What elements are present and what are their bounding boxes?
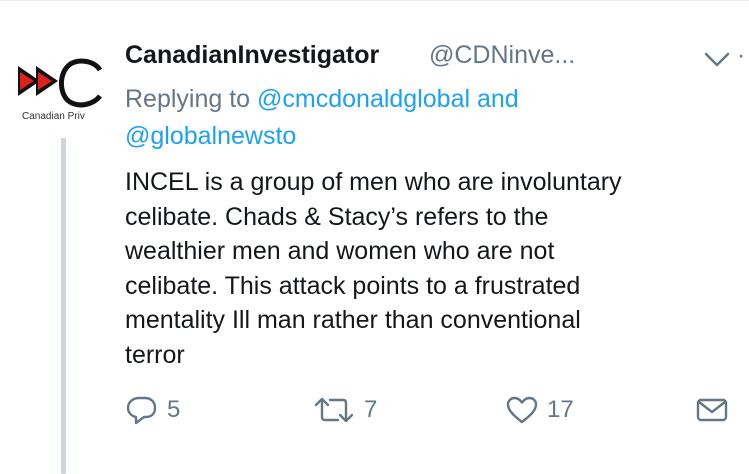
like-icon: [506, 396, 538, 424]
user-handle[interactable]: @CDNinve...: [429, 40, 589, 70]
reply-and-link[interactable]: and: [477, 85, 519, 113]
replying-to-line: Replying to @cmcdonaldglobal and: [125, 84, 519, 114]
message-icon: [696, 398, 728, 422]
top-divider: [0, 0, 749, 1]
retweet-count: 7: [364, 396, 378, 423]
reply-target-link[interactable]: @globalnewsto: [125, 122, 296, 150]
avatar-caption: Canadian Priv: [22, 111, 85, 122]
retweet-button[interactable]: 7: [312, 390, 377, 430]
tweet-text-line: celibate. Chads & Stacy’s refers to the: [125, 202, 549, 231]
like-count: 17: [547, 396, 574, 423]
tweet-text-line: mentality Ill man rather than convention…: [125, 306, 581, 334]
tweet-body: INCEL is a group of men who are involunt…: [125, 165, 715, 372]
reply-icon: [126, 396, 157, 425]
tweet-text-line: INCEL is a group of men who are involunt…: [125, 168, 622, 196]
reply-count: 5: [167, 396, 181, 423]
separator-dot: ·: [737, 41, 746, 69]
message-button[interactable]: [695, 390, 729, 430]
chevron-down-icon[interactable]: [703, 52, 731, 68]
replying-to-label: Replying to: [125, 85, 251, 113]
reply-target-link[interactable]: @cmcdonaldglobal: [257, 85, 470, 113]
retweet-icon: [314, 397, 354, 423]
like-button[interactable]: 17: [505, 390, 574, 430]
action-bar: 5 7 17: [0, 390, 749, 430]
replying-to-line-2: @globalnewsto: [125, 121, 296, 151]
tweet-header: CanadianInvestigator @CDNinve... · 1h: [125, 40, 745, 70]
tweet-text-line: wealthier men and women who are not: [125, 237, 555, 265]
display-name[interactable]: CanadianInvestigator: [125, 40, 379, 70]
tweet-text-line: celibate. This attack points to a frustr…: [125, 271, 581, 300]
tweet-text-line: terror: [125, 340, 185, 369]
reply-button[interactable]: 5: [125, 390, 180, 430]
